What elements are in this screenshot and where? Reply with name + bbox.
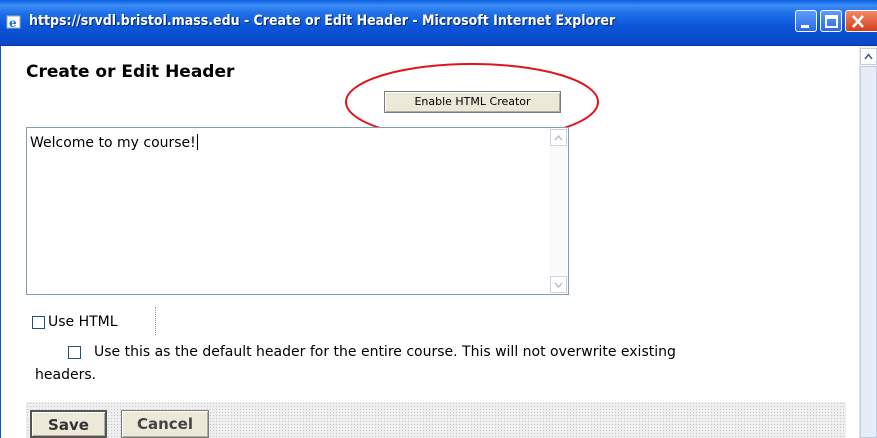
scroll-up-icon[interactable] [860, 48, 877, 65]
separator [155, 307, 156, 335]
browser-window: e https://srvdl.bristol.mass.edu - Creat… [0, 0, 877, 438]
window-frame [0, 46, 10, 438]
scroll-down-icon[interactable] [550, 276, 567, 293]
textarea-scrollbar[interactable] [550, 129, 567, 293]
page-scrollbar[interactable] [859, 46, 877, 438]
use-html-checkbox[interactable] [32, 316, 45, 329]
ie-icon: e [6, 14, 22, 30]
default-header-label-cont: headers. [35, 367, 97, 383]
svg-text:e: e [9, 16, 17, 30]
cancel-button[interactable]: Cancel [121, 410, 209, 438]
minimize-button[interactable] [795, 10, 817, 32]
save-button[interactable]: Save [30, 410, 107, 438]
textarea-content: Welcome to my course! [30, 134, 198, 151]
header-textarea[interactable]: Welcome to my course! [26, 127, 569, 295]
enable-html-creator-button[interactable]: Enable HTML Creator [384, 91, 561, 113]
maximize-button[interactable] [820, 10, 842, 32]
use-html-label: Use HTML [48, 314, 118, 330]
default-header-checkbox[interactable] [68, 346, 81, 359]
page-title: Create or Edit Header [26, 62, 235, 82]
scroll-up-icon[interactable] [550, 129, 567, 146]
close-button[interactable] [845, 10, 877, 32]
title-bar: e https://srvdl.bristol.mass.edu - Creat… [0, 0, 877, 46]
scroll-thumb[interactable] [860, 66, 877, 438]
default-header-label: Use this as the default header for the e… [94, 344, 676, 360]
window-title: https://srvdl.bristol.mass.edu - Create … [29, 13, 616, 29]
